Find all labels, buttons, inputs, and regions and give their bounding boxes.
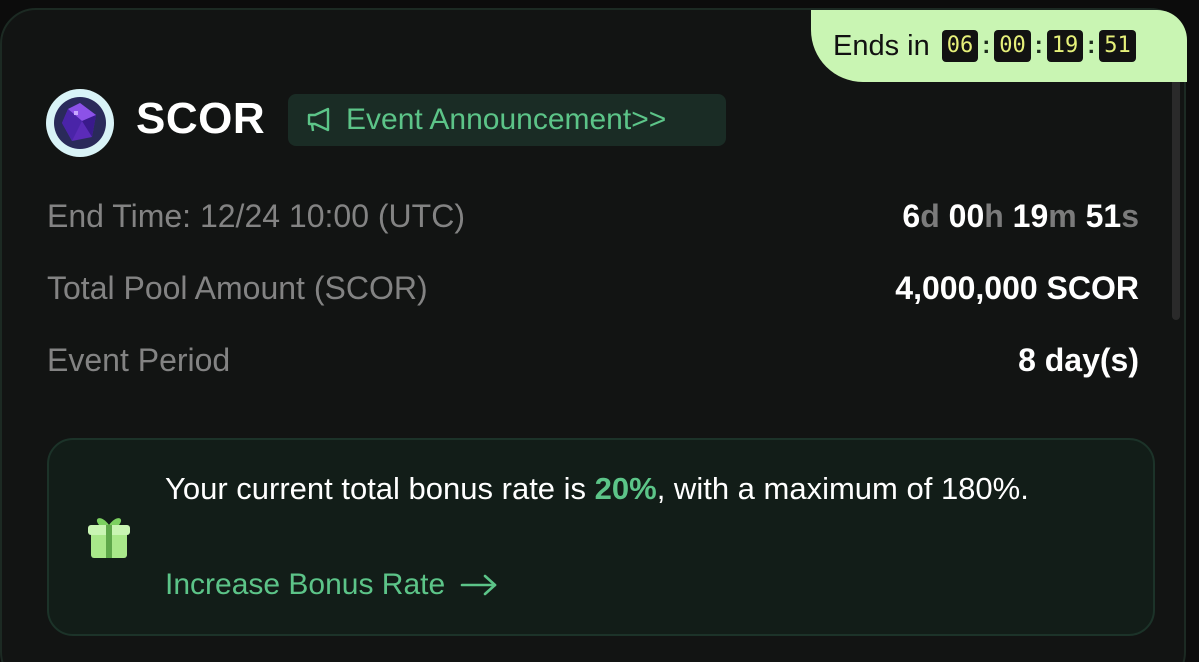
countdown-hours-box: 00 bbox=[994, 30, 1031, 62]
event-announcement-link[interactable]: Event Announcement>> bbox=[288, 94, 726, 146]
bonus-panel: Your current total bonus rate is 20%, wi… bbox=[47, 438, 1155, 636]
megaphone-icon bbox=[307, 107, 330, 132]
ends-in-countdown-badge: Ends in 06 : 00 : 19 : 51 bbox=[811, 10, 1187, 82]
gift-icon bbox=[88, 518, 130, 558]
token-name: SCOR bbox=[136, 94, 266, 143]
event-period-label: Event Period bbox=[47, 342, 231, 378]
event-announcement-label: Event Announcement>> bbox=[346, 103, 667, 136]
end-time-label: End Time: 12/24 10:00 (UTC) bbox=[47, 198, 465, 234]
countdown-separator: : bbox=[1087, 32, 1096, 59]
pool-amount-label: Total Pool Amount (SCOR) bbox=[47, 270, 428, 306]
countdown-seconds-box: 51 bbox=[1099, 30, 1136, 62]
countdown-minutes: 19 bbox=[1012, 198, 1049, 234]
token-logo bbox=[46, 89, 114, 157]
scrollbar[interactable] bbox=[1172, 50, 1180, 320]
minutes-unit: m bbox=[1048, 198, 1077, 234]
days-unit: d bbox=[920, 198, 940, 234]
countdown-separator: : bbox=[982, 32, 991, 59]
event-period-row: Event Period 8 day(s) bbox=[47, 342, 1139, 379]
end-time-countdown: 6d 00h 19m 51s bbox=[902, 198, 1139, 235]
countdown-days: 6 bbox=[902, 198, 921, 234]
end-time-row: End Time: 12/24 10:00 (UTC) 6d 00h 19m 5… bbox=[47, 198, 1139, 235]
bonus-rate-text: Your current total bonus rate is 20%, wi… bbox=[165, 464, 1065, 514]
event-period-value: 8 day(s) bbox=[1018, 342, 1139, 378]
arrow-right-icon bbox=[460, 574, 497, 596]
seconds-unit: s bbox=[1121, 198, 1139, 234]
increase-bonus-rate-link[interactable]: Increase Bonus Rate bbox=[165, 568, 499, 602]
pool-amount-row: Total Pool Amount (SCOR) 4,000,000 SCOR bbox=[47, 270, 1139, 307]
countdown-minutes-box: 19 bbox=[1046, 30, 1084, 62]
countdown-hours: 00 bbox=[948, 198, 985, 234]
increase-bonus-rate-label: Increase Bonus Rate bbox=[165, 568, 446, 601]
event-card: SCOR Event Announcement>> End Time: 12/2… bbox=[0, 8, 1186, 662]
countdown-seconds: 51 bbox=[1085, 198, 1122, 234]
countdown-separator: : bbox=[1034, 32, 1043, 59]
bonus-rate-value: 20% bbox=[594, 471, 657, 506]
purple-gem-icon bbox=[54, 97, 106, 149]
bonus-text-suffix: , with a maximum of 180%. bbox=[656, 471, 1029, 506]
pool-amount-value: 4,000,000 SCOR bbox=[895, 270, 1139, 306]
bonus-text-prefix: Your current total bonus rate is bbox=[165, 471, 595, 506]
hours-unit: h bbox=[984, 198, 1004, 234]
countdown-days-box: 06 bbox=[941, 30, 979, 62]
ends-in-label: Ends in bbox=[833, 29, 930, 62]
